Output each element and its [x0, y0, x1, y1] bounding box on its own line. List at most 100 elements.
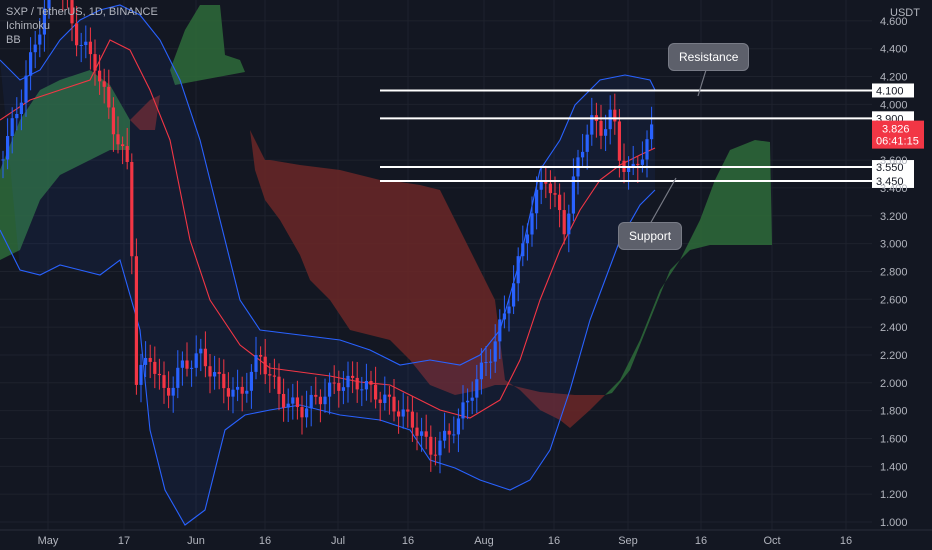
candle-up	[305, 408, 309, 418]
candle-up	[539, 180, 543, 190]
candle-down	[226, 388, 230, 397]
candle-up	[438, 440, 442, 456]
candle-down	[397, 411, 401, 417]
candle-up	[452, 434, 456, 436]
price-tick: 4.200	[880, 72, 908, 84]
candle-up	[24, 75, 28, 103]
time-tick: Oct	[763, 535, 780, 547]
candle-up	[456, 418, 460, 435]
candle-up	[645, 139, 649, 160]
candle-up	[484, 362, 488, 364]
candle-up	[650, 124, 654, 140]
price-tick: 2.800	[880, 266, 908, 278]
candle-up	[604, 129, 608, 136]
candle-up	[291, 397, 295, 404]
candle-down	[447, 430, 451, 435]
candle-down	[263, 356, 267, 375]
candle-up	[249, 371, 253, 391]
candle-up	[401, 409, 405, 417]
current-price: 3.826	[882, 124, 910, 136]
candle-down	[98, 70, 102, 82]
candle-down	[369, 381, 373, 385]
candle-down	[424, 431, 428, 437]
candle-down	[406, 409, 410, 412]
candle-up	[420, 431, 424, 436]
candle-down	[548, 183, 552, 194]
candle-down	[613, 109, 617, 122]
candle-up	[180, 360, 184, 368]
candle-down	[558, 194, 562, 211]
candle-up	[328, 382, 332, 397]
callout-pointers	[649, 69, 707, 225]
candle-down	[387, 394, 391, 397]
resistance-pointer	[697, 69, 707, 97]
candle-up	[567, 213, 571, 235]
candle-down	[121, 144, 125, 147]
candle-up	[493, 341, 497, 362]
price-tick: 3.000	[880, 239, 908, 251]
candle-up	[479, 362, 483, 380]
candle-up	[139, 364, 143, 385]
candle-down	[93, 54, 97, 71]
candle-down	[162, 375, 166, 388]
candle-down	[134, 256, 138, 385]
candle-up	[489, 361, 493, 363]
time-tick: 16	[259, 535, 271, 547]
level-label: 4.100	[876, 85, 904, 97]
candle-up	[608, 109, 612, 130]
candle-down	[562, 210, 566, 235]
indicator-ichimoku[interactable]: Ichimoku	[6, 19, 158, 33]
candle-up	[15, 113, 19, 119]
candle-up	[631, 163, 635, 167]
candle-up	[461, 402, 465, 419]
time-tick: Jul	[331, 535, 345, 547]
candle-down	[378, 399, 382, 404]
candle-down	[102, 81, 106, 87]
candle-down	[314, 394, 318, 397]
candle-up	[535, 189, 539, 214]
candle-down	[355, 377, 359, 390]
candle-up	[341, 387, 345, 391]
candle-down	[332, 382, 336, 384]
candle-up	[360, 389, 364, 391]
candle-up	[194, 353, 198, 368]
price-tick: 3.200	[880, 211, 908, 223]
candle-up	[640, 159, 644, 165]
time-tick: 16	[840, 535, 852, 547]
candle-up	[254, 354, 258, 372]
candle-down	[636, 163, 640, 165]
price-tick: 2.400	[880, 322, 908, 334]
candle-up	[286, 403, 290, 408]
candle-down	[167, 387, 171, 396]
price-tick: 1.800	[880, 406, 908, 418]
time-tick: Jun	[187, 535, 205, 547]
candle-down	[268, 374, 272, 376]
resistance-callout: Resistance	[668, 43, 750, 71]
time-tick: 17	[118, 535, 130, 547]
candle-down	[277, 376, 281, 394]
candle-up	[498, 319, 502, 342]
candle-up	[475, 379, 479, 398]
candle-down	[282, 393, 286, 408]
price-chart[interactable]: 4.1003.9003.5503.450 USDT1.0001.2001.400…	[0, 0, 932, 550]
chart-legend: SXP / TetherUS, 1D, BINANCE Ichimoku BB	[6, 5, 158, 47]
candle-up	[530, 213, 534, 235]
candle-down	[125, 146, 129, 162]
candle-down	[111, 107, 115, 135]
countdown: 06:41:15	[876, 136, 919, 148]
indicator-bb[interactable]: BB	[6, 33, 158, 47]
time-tick: May	[38, 535, 59, 547]
price-tick: 1.200	[880, 489, 908, 501]
price-tick: 2.200	[880, 350, 908, 362]
price-tick: 2.000	[880, 378, 908, 390]
candle-up	[29, 52, 33, 76]
symbol-title: SXP / TetherUS, 1D, BINANCE	[6, 6, 158, 18]
candle-down	[203, 348, 207, 367]
time-axis: May 17 Jun 16 Jul 16 Aug 16 Sep 16 Oct 16	[0, 529, 932, 547]
support-callout: Support	[618, 222, 683, 250]
candle-down	[300, 407, 304, 418]
candle-up	[190, 367, 194, 369]
price-tick: 2.600	[880, 294, 908, 306]
time-tick: 16	[695, 535, 707, 547]
candle-up	[516, 256, 520, 284]
